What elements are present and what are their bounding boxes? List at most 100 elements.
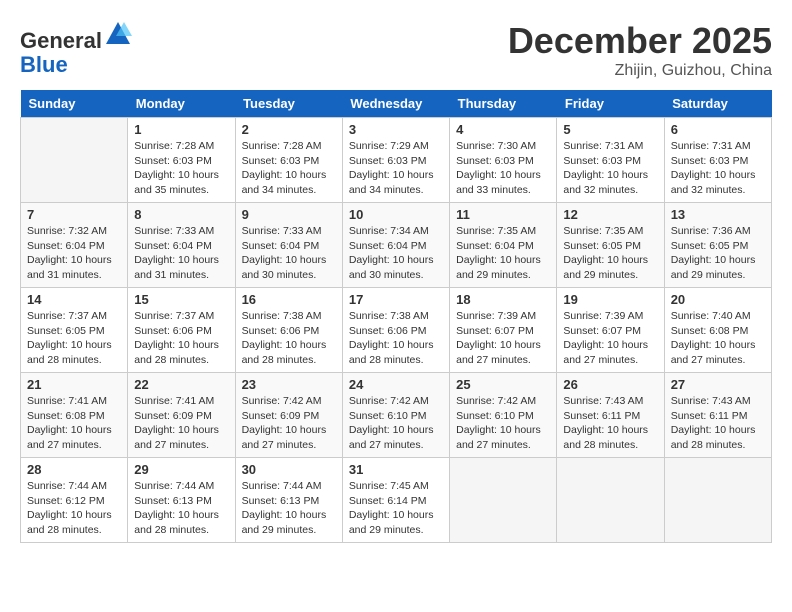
calendar-cell: 25 Sunrise: 7:42 AM Sunset: 6:10 PM Dayli…	[450, 373, 557, 458]
day-info: Sunrise: 7:35 AM Sunset: 6:04 PM Dayligh…	[456, 224, 550, 283]
calendar-cell	[557, 458, 664, 543]
calendar-cell: 14 Sunrise: 7:37 AM Sunset: 6:05 PM Dayli…	[21, 288, 128, 373]
day-info: Sunrise: 7:38 AM Sunset: 6:06 PM Dayligh…	[242, 309, 336, 368]
calendar-cell: 26Sunrise: 7:43 AM Sunset: 6:11 PM Dayli…	[557, 373, 664, 458]
page-header: General Blue December 2025 Zhijin, Guizh…	[20, 20, 772, 80]
day-number: 17	[349, 292, 443, 307]
day-info: Sunrise: 7:39 AM Sunset: 6:07 PM Dayligh…	[563, 309, 657, 368]
day-number: 26	[563, 377, 657, 392]
day-info: Sunrise: 7:45 AM Sunset: 6:14 PM Dayligh…	[349, 479, 443, 538]
day-number: 18	[456, 292, 550, 307]
calendar-cell: 30 Sunrise: 7:44 AM Sunset: 6:13 PM Dayli…	[235, 458, 342, 543]
day-info: Sunrise: 7:42 AM Sunset: 6:10 PM Dayligh…	[456, 394, 550, 453]
calendar-cell: 2 Sunrise: 7:28 AM Sunset: 6:03 PM Daylig…	[235, 118, 342, 203]
day-number: 4	[456, 122, 550, 137]
logo-general-text: General	[20, 28, 102, 53]
day-info: Sunrise: 7:31 AM Sunset: 6:03 PM Dayligh…	[563, 139, 657, 198]
day-number: 22	[134, 377, 228, 392]
calendar-cell: 1Sunrise: 7:28 AM Sunset: 6:03 PM Daylig…	[128, 118, 235, 203]
day-info: Sunrise: 7:42 AM Sunset: 6:09 PM Dayligh…	[242, 394, 336, 453]
day-number: 24	[349, 377, 443, 392]
calendar-cell: 21Sunrise: 7:41 AM Sunset: 6:08 PM Dayli…	[21, 373, 128, 458]
week-row-2: 7 Sunrise: 7:32 AM Sunset: 6:04 PM Daylig…	[21, 203, 772, 288]
day-number: 1	[134, 122, 228, 137]
calendar-cell: 20Sunrise: 7:40 AM Sunset: 6:08 PM Dayli…	[664, 288, 771, 373]
calendar-cell: 19 Sunrise: 7:39 AM Sunset: 6:07 PM Dayli…	[557, 288, 664, 373]
calendar-cell: 6Sunrise: 7:31 AM Sunset: 6:03 PM Daylig…	[664, 118, 771, 203]
day-info: Sunrise: 7:34 AM Sunset: 6:04 PM Dayligh…	[349, 224, 443, 283]
calendar-cell: 4 Sunrise: 7:30 AM Sunset: 6:03 PM Daylig…	[450, 118, 557, 203]
day-number: 5	[563, 122, 657, 137]
day-number: 14	[27, 292, 121, 307]
calendar-cell: 3 Sunrise: 7:29 AM Sunset: 6:03 PM Daylig…	[342, 118, 449, 203]
weekday-header-monday: Monday	[128, 90, 235, 118]
day-number: 29	[134, 462, 228, 477]
week-row-5: 28 Sunrise: 7:44 AM Sunset: 6:12 PM Dayli…	[21, 458, 772, 543]
calendar-cell: 18 Sunrise: 7:39 AM Sunset: 6:07 PM Dayli…	[450, 288, 557, 373]
day-info: Sunrise: 7:29 AM Sunset: 6:03 PM Dayligh…	[349, 139, 443, 198]
day-number: 7	[27, 207, 121, 222]
calendar-cell: 12 Sunrise: 7:35 AM Sunset: 6:05 PM Dayli…	[557, 203, 664, 288]
week-row-3: 14 Sunrise: 7:37 AM Sunset: 6:05 PM Dayli…	[21, 288, 772, 373]
calendar-cell: 10 Sunrise: 7:34 AM Sunset: 6:04 PM Dayli…	[342, 203, 449, 288]
day-info: Sunrise: 7:39 AM Sunset: 6:07 PM Dayligh…	[456, 309, 550, 368]
weekday-header-saturday: Saturday	[664, 90, 771, 118]
day-number: 10	[349, 207, 443, 222]
day-info: Sunrise: 7:37 AM Sunset: 6:05 PM Dayligh…	[27, 309, 121, 368]
calendar-cell: 16 Sunrise: 7:38 AM Sunset: 6:06 PM Dayli…	[235, 288, 342, 373]
day-info: Sunrise: 7:41 AM Sunset: 6:09 PM Dayligh…	[134, 394, 228, 453]
day-number: 16	[242, 292, 336, 307]
calendar-cell	[664, 458, 771, 543]
day-info: Sunrise: 7:33 AM Sunset: 6:04 PM Dayligh…	[242, 224, 336, 283]
day-info: Sunrise: 7:32 AM Sunset: 6:04 PM Dayligh…	[27, 224, 121, 283]
weekday-header-tuesday: Tuesday	[235, 90, 342, 118]
day-info: Sunrise: 7:44 AM Sunset: 6:13 PM Dayligh…	[134, 479, 228, 538]
calendar-cell: 24 Sunrise: 7:42 AM Sunset: 6:10 PM Dayli…	[342, 373, 449, 458]
day-number: 19	[563, 292, 657, 307]
day-info: Sunrise: 7:44 AM Sunset: 6:12 PM Dayligh…	[27, 479, 121, 538]
day-info: Sunrise: 7:43 AM Sunset: 6:11 PM Dayligh…	[671, 394, 765, 453]
day-number: 20	[671, 292, 765, 307]
weekday-header-thursday: Thursday	[450, 90, 557, 118]
day-info: Sunrise: 7:42 AM Sunset: 6:10 PM Dayligh…	[349, 394, 443, 453]
logo: General Blue	[20, 20, 132, 77]
month-title: December 2025	[508, 20, 772, 62]
weekday-header-row: SundayMondayTuesdayWednesdayThursdayFrid…	[21, 90, 772, 118]
calendar-cell: 28 Sunrise: 7:44 AM Sunset: 6:12 PM Dayli…	[21, 458, 128, 543]
day-number: 2	[242, 122, 336, 137]
day-number: 11	[456, 207, 550, 222]
day-number: 3	[349, 122, 443, 137]
day-number: 30	[242, 462, 336, 477]
day-info: Sunrise: 7:44 AM Sunset: 6:13 PM Dayligh…	[242, 479, 336, 538]
day-number: 9	[242, 207, 336, 222]
calendar-table: SundayMondayTuesdayWednesdayThursdayFrid…	[20, 90, 772, 543]
day-number: 8	[134, 207, 228, 222]
day-info: Sunrise: 7:37 AM Sunset: 6:06 PM Dayligh…	[134, 309, 228, 368]
day-number: 31	[349, 462, 443, 477]
day-number: 23	[242, 377, 336, 392]
calendar-cell	[21, 118, 128, 203]
calendar-cell: 7 Sunrise: 7:32 AM Sunset: 6:04 PM Daylig…	[21, 203, 128, 288]
day-number: 25	[456, 377, 550, 392]
day-info: Sunrise: 7:30 AM Sunset: 6:03 PM Dayligh…	[456, 139, 550, 198]
calendar-cell: 27 Sunrise: 7:43 AM Sunset: 6:11 PM Dayli…	[664, 373, 771, 458]
calendar-cell: 11 Sunrise: 7:35 AM Sunset: 6:04 PM Dayli…	[450, 203, 557, 288]
day-info: Sunrise: 7:28 AM Sunset: 6:03 PM Dayligh…	[242, 139, 336, 198]
calendar-cell	[450, 458, 557, 543]
weekday-header-friday: Friday	[557, 90, 664, 118]
weekday-header-wednesday: Wednesday	[342, 90, 449, 118]
day-info: Sunrise: 7:35 AM Sunset: 6:05 PM Dayligh…	[563, 224, 657, 283]
title-block: December 2025 Zhijin, Guizhou, China	[508, 20, 772, 80]
calendar-cell: 5 Sunrise: 7:31 AM Sunset: 6:03 PM Daylig…	[557, 118, 664, 203]
calendar-cell: 31 Sunrise: 7:45 AM Sunset: 6:14 PM Dayli…	[342, 458, 449, 543]
day-number: 13	[671, 207, 765, 222]
day-info: Sunrise: 7:41 AM Sunset: 6:08 PM Dayligh…	[27, 394, 121, 453]
week-row-1: 1 Sunrise: 7:28 AM Sunset: 6:03 PM Daylig…	[21, 118, 772, 203]
day-number: 12	[563, 207, 657, 222]
day-number: 27	[671, 377, 765, 392]
day-number: 28	[27, 462, 121, 477]
day-info: Sunrise: 7:38 AM Sunset: 6:06 PM Dayligh…	[349, 309, 443, 368]
calendar-cell: 22 Sunrise: 7:41 AM Sunset: 6:09 PM Dayli…	[128, 373, 235, 458]
week-row-4: 21Sunrise: 7:41 AM Sunset: 6:08 PM Dayli…	[21, 373, 772, 458]
calendar-cell: 8Sunrise: 7:33 AM Sunset: 6:04 PM Daylig…	[128, 203, 235, 288]
